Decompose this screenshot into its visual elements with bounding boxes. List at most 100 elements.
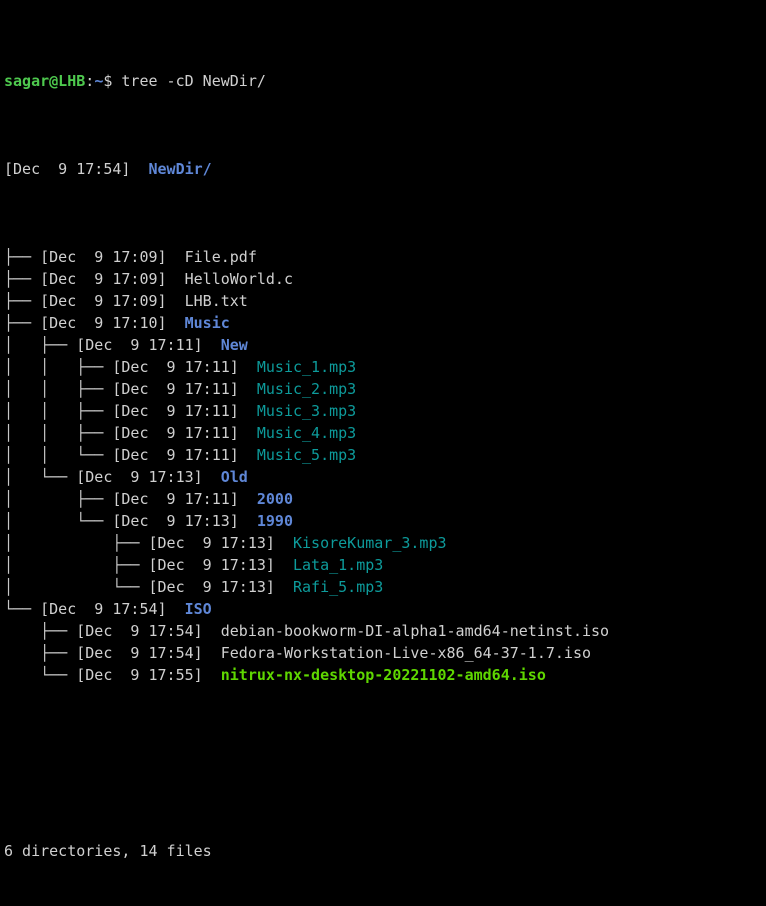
tree-entry-date: [Dec 9 17:13] [112, 512, 239, 530]
tree-entry-date: [Dec 9 17:54] [40, 600, 167, 618]
tree-entry-name[interactable]: Rafi_5.mp3 [293, 578, 383, 596]
tree-root-date: [Dec 9 17:54] [4, 160, 131, 178]
tree-entry-date: [Dec 9 17:09] [40, 270, 167, 288]
tree-entry-name[interactable]: Music_3.mp3 [257, 402, 356, 420]
command-input[interactable]: tree -cD NewDir/ [112, 72, 266, 90]
tree-entry-date: [Dec 9 17:13] [148, 578, 275, 596]
tree-entry-gap [239, 402, 257, 420]
command-text: tree -cD NewDir/ [121, 72, 266, 90]
tree-branch-icon: │ ├── [4, 556, 149, 574]
tree-entry-gap [239, 446, 257, 464]
tree-entry: │ └── [Dec 9 17:13] Old [4, 466, 766, 488]
tree-branch-icon: │ │ ├── [4, 424, 113, 442]
tree-entry: ├── [Dec 9 17:09] HelloWorld.c [4, 268, 766, 290]
tree-entry-name[interactable]: ISO [185, 600, 212, 618]
tree-entry: │ ├── [Dec 9 17:13] Lata_1.mp3 [4, 554, 766, 576]
tree-entry-date: [Dec 9 17:11] [112, 402, 239, 420]
tree-entry-gap [275, 556, 293, 574]
tree-entry-name[interactable]: Music_2.mp3 [257, 380, 356, 398]
tree-branch-icon: │ └── [4, 512, 113, 530]
tree-entry-name[interactable]: LHB.txt [185, 292, 248, 310]
tree-branch-icon: │ ├── [4, 336, 77, 354]
tree-entry-gap [239, 424, 257, 442]
tree-entry-name[interactable]: Fedora-Workstation-Live-x86_64-37-1.7.is… [221, 644, 591, 662]
tree-entry-gap [203, 622, 221, 640]
tree-entry-gap [239, 358, 257, 376]
tree-entry-date: [Dec 9 17:13] [148, 556, 275, 574]
tree-entry-date: [Dec 9 17:09] [40, 248, 167, 266]
tree-entry: │ │ ├── [Dec 9 17:11] Music_3.mp3 [4, 400, 766, 422]
tree-entry-name[interactable]: 1990 [257, 512, 293, 530]
tree-entry-gap [167, 600, 185, 618]
tree-branch-icon: ├── [4, 248, 41, 266]
tree-root-line: [Dec 9 17:54] NewDir/ [4, 158, 766, 180]
tree-entry-gap [275, 578, 293, 596]
tree-root-gap [130, 160, 148, 178]
tree-entry-name[interactable]: Old [221, 468, 248, 486]
tree-entry-date: [Dec 9 17:11] [112, 424, 239, 442]
tree-entry: │ └── [Dec 9 17:13] 1990 [4, 510, 766, 532]
tree-entry-date: [Dec 9 17:11] [112, 358, 239, 376]
tree-entry-date: [Dec 9 17:11] [112, 446, 239, 464]
tree-branch-icon: └── [4, 600, 41, 618]
tree-entry-name[interactable]: debian-bookworm-DI-alpha1-amd64-netinst.… [221, 622, 609, 640]
tree-entry: │ │ └── [Dec 9 17:11] Music_5.mp3 [4, 444, 766, 466]
tree-branch-icon: │ │ ├── [4, 380, 113, 398]
tree-entry-gap [167, 314, 185, 332]
tree-entry-gap [239, 490, 257, 508]
tree-entry: │ │ ├── [Dec 9 17:11] Music_2.mp3 [4, 378, 766, 400]
tree-branch-icon: ├── [4, 292, 41, 310]
tree-branch-icon: ├── [4, 644, 77, 662]
tree-entry-name[interactable]: 2000 [257, 490, 293, 508]
tree-entry-name[interactable]: Music [185, 314, 230, 332]
tree-branch-icon: │ │ ├── [4, 402, 113, 420]
tree-entry-date: [Dec 9 17:11] [76, 336, 203, 354]
tree-entry-name[interactable]: Lata_1.mp3 [293, 556, 383, 574]
tree-entry: │ └── [Dec 9 17:13] Rafi_5.mp3 [4, 576, 766, 598]
tree-entry-date: [Dec 9 17:10] [40, 314, 167, 332]
tree-entry: ├── [Dec 9 17:09] File.pdf [4, 246, 766, 268]
tree-entry-gap [167, 270, 185, 288]
tree-entry-name[interactable]: New [221, 336, 248, 354]
tree-entry: ├── [Dec 9 17:10] Music [4, 312, 766, 334]
tree-entry-name[interactable]: Music_5.mp3 [257, 446, 356, 464]
tree-branch-icon: │ ├── [4, 534, 149, 552]
tree-entry: └── [Dec 9 17:54] ISO [4, 598, 766, 620]
tree-entry-date: [Dec 9 17:11] [112, 490, 239, 508]
tree-entry-name[interactable]: File.pdf [185, 248, 257, 266]
tree-entry: │ │ ├── [Dec 9 17:11] Music_1.mp3 [4, 356, 766, 378]
tree-entry-date: [Dec 9 17:09] [40, 292, 167, 310]
tree-entry-date: [Dec 9 17:11] [112, 380, 239, 398]
tree-entry-date: [Dec 9 17:54] [76, 622, 203, 640]
tree-entry-name[interactable]: Music_4.mp3 [257, 424, 356, 442]
tree-branch-icon: ├── [4, 622, 77, 640]
tree-entry-name[interactable]: HelloWorld.c [185, 270, 293, 288]
tree-branch-icon: │ ├── [4, 490, 113, 508]
tree-branch-icon: │ │ └── [4, 446, 113, 464]
tree-entry: ├── [Dec 9 17:54] Fedora-Workstation-Liv… [4, 642, 766, 664]
tree-entry-gap [167, 292, 185, 310]
prompt-colon: : [85, 72, 95, 90]
tree-branch-icon: ├── [4, 314, 41, 332]
tree-entry-date: [Dec 9 17:13] [148, 534, 275, 552]
tree-entry: │ ├── [Dec 9 17:11] 2000 [4, 488, 766, 510]
tree-entry-name[interactable]: KisoreKumar_3.mp3 [293, 534, 447, 552]
tree-entry-name[interactable]: Music_1.mp3 [257, 358, 356, 376]
prompt-path: ~ [94, 72, 104, 90]
tree-entry-gap [275, 534, 293, 552]
tree-entry: │ ├── [Dec 9 17:13] KisoreKumar_3.mp3 [4, 532, 766, 554]
terminal-window[interactable]: sagar@LHB:~$ tree -cD NewDir/ [Dec 9 17:… [0, 0, 766, 860]
tree-entry-gap [203, 468, 221, 486]
tree-entry-gap [239, 380, 257, 398]
tree-entry-name[interactable]: nitrux-nx-desktop-20221102-amd64.iso [221, 666, 546, 684]
tree-entry: │ │ ├── [Dec 9 17:11] Music_4.mp3 [4, 422, 766, 444]
tree-branch-icon: └── [4, 666, 77, 684]
tree-branch-icon: ├── [4, 270, 41, 288]
tree-entry-list: ├── [Dec 9 17:09] File.pdf ├── [Dec 9 17:… [4, 246, 766, 686]
tree-entry: ├── [Dec 9 17:54] debian-bookworm-DI-alp… [4, 620, 766, 642]
tree-root-name[interactable]: NewDir/ [149, 160, 212, 178]
prompt-line: sagar@LHB:~$ tree -cD NewDir/ [4, 70, 766, 92]
tree-entry-date: [Dec 9 17:54] [76, 644, 203, 662]
tree-entry-gap [239, 512, 257, 530]
